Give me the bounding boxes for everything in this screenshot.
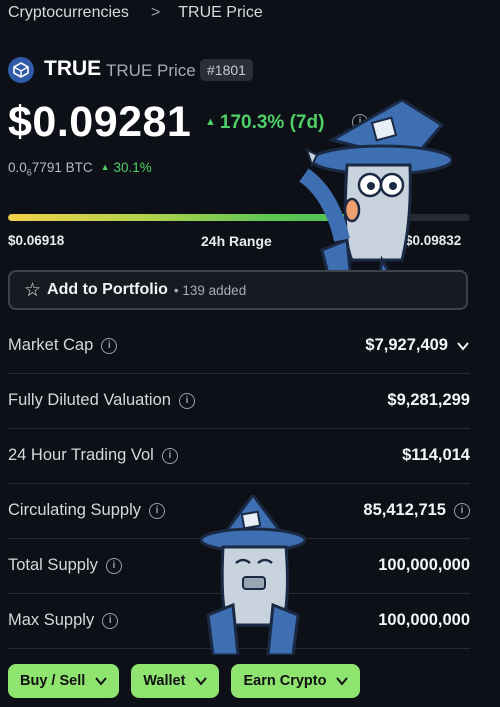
info-icon[interactable]: i	[105, 557, 122, 574]
stat-label: Max Supply	[8, 611, 95, 629]
up-triangle-icon: ▲	[100, 162, 110, 172]
stat-value: 85,412,715	[363, 501, 446, 519]
wizard-mascot	[199, 495, 307, 655]
btc-price-row: 0.067791 BTC ▲ 30.1%	[8, 160, 152, 178]
wallet-label: Wallet	[143, 673, 186, 689]
portfolio-added-count: • 139 added	[173, 282, 247, 298]
info-icon[interactable]: i	[178, 392, 195, 409]
stat-label: Fully Diluted Valuation	[8, 391, 171, 409]
stat-row-fdv: Fully Diluted Valuation i $9,281,299	[8, 373, 470, 429]
stat-row-market-cap: Market Cap i $7,927,409	[8, 318, 470, 374]
chevron-down-icon[interactable]	[456, 339, 470, 353]
info-icon[interactable]: i	[454, 502, 470, 519]
info-icon[interactable]: i	[161, 447, 178, 464]
stat-value: $7,927,409	[365, 336, 448, 354]
buy-sell-button[interactable]: Buy / Sell	[8, 664, 120, 698]
btc-price-suffix: 7791 BTC	[31, 160, 93, 175]
info-icon[interactable]: i	[102, 612, 119, 629]
stat-value: $9,281,299	[387, 391, 470, 409]
coin-logo-icon	[8, 57, 34, 83]
rank-badge: #1801	[200, 59, 253, 81]
breadcrumb-current: TRUE Price	[178, 4, 263, 21]
range-low: $0.06918	[8, 233, 65, 248]
info-icon[interactable]: i	[148, 502, 165, 519]
chevron-down-icon	[195, 677, 208, 686]
price-value: $0.09281	[8, 98, 192, 146]
breadcrumb-link-cryptocurrencies[interactable]: Cryptocurrencies	[8, 4, 129, 21]
btc-change: ▲ 30.1%	[101, 160, 152, 175]
earn-crypto-button[interactable]: Earn Crypto	[231, 664, 361, 698]
earn-crypto-label: Earn Crypto	[243, 673, 327, 689]
star-icon: ☆	[24, 279, 42, 301]
btc-price-prefix: 0.0	[8, 160, 27, 175]
chevron-down-icon	[95, 677, 108, 686]
breadcrumb: Cryptocurrencies > TRUE Price	[8, 4, 263, 22]
stat-value: 100,000,000	[378, 556, 470, 574]
stat-label: Circulating Supply	[8, 501, 141, 519]
action-buttons: Buy / Sell Wallet Earn Crypto	[8, 664, 361, 698]
add-to-portfolio-label: Add to Portfolio	[47, 281, 168, 298]
stat-row-trading-vol: 24 Hour Trading Vol i $114,014	[8, 428, 470, 484]
info-icon[interactable]: i	[101, 337, 118, 354]
up-triangle-icon: ▲	[205, 116, 216, 128]
stat-label: Total Supply	[8, 556, 98, 574]
range-label: 24h Range	[201, 233, 272, 249]
coin-symbol: TRUE	[44, 57, 102, 80]
coin-name: TRUE Price	[106, 61, 196, 80]
stat-value: $114,014	[402, 446, 470, 464]
stat-value: 100,000,000	[378, 611, 470, 629]
wallet-button[interactable]: Wallet	[131, 664, 220, 698]
add-to-portfolio-button[interactable]: ☆ Add to Portfolio • 139 added	[8, 270, 468, 310]
breadcrumb-separator: >	[150, 4, 161, 21]
btc-change-text: 30.1%	[113, 160, 152, 175]
stat-label: 24 Hour Trading Vol	[8, 446, 154, 464]
chevron-down-icon	[336, 677, 349, 686]
buy-sell-label: Buy / Sell	[20, 673, 86, 689]
stat-label: Market Cap	[8, 336, 94, 354]
